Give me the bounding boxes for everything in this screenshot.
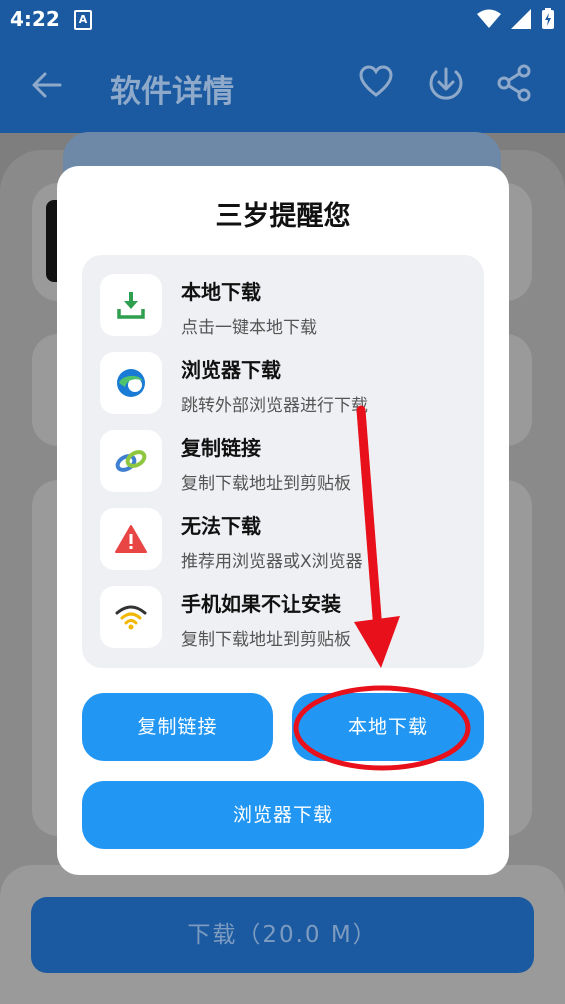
wifi-icon bbox=[115, 605, 147, 630]
option-title: 复制链接 bbox=[181, 436, 261, 460]
option-local-download[interactable]: 本地下载 点击一键本地下载 bbox=[100, 274, 470, 342]
option-subtitle: 复制下载地址到剪贴板 bbox=[181, 474, 351, 494]
option-icon-box bbox=[100, 508, 162, 570]
browser-download-button[interactable]: 浏览器下载 bbox=[82, 781, 484, 849]
copy-link-button[interactable]: 复制链接 bbox=[82, 693, 273, 761]
app-bar: 软件详情 bbox=[0, 40, 565, 133]
warning-icon bbox=[115, 525, 147, 553]
status-bar: 4:22 A bbox=[0, 0, 565, 40]
download-circle-icon[interactable] bbox=[426, 64, 466, 104]
option-icon-box bbox=[100, 352, 162, 414]
option-title: 浏览器下载 bbox=[181, 358, 281, 382]
download-options-dialog: 三岁提醒您 本地下载 点击一键本地下载 浏览器下载 跳转外部浏览器进行下载 复制… bbox=[57, 166, 509, 875]
notification-a-icon: A bbox=[74, 10, 92, 30]
option-subtitle: 跳转外部浏览器进行下载 bbox=[181, 396, 368, 416]
option-subtitle: 推荐用浏览器或X浏览器 bbox=[181, 552, 363, 572]
download-icon bbox=[117, 292, 145, 319]
option-cannot-download[interactable]: 无法下载 推荐用浏览器或X浏览器 bbox=[100, 508, 470, 576]
status-icons bbox=[477, 8, 555, 30]
option-icon-box bbox=[100, 430, 162, 492]
option-copy-link[interactable]: 复制链接 复制下载地址到剪贴板 bbox=[100, 430, 470, 498]
link-icon bbox=[115, 450, 147, 472]
option-subtitle: 点击一键本地下载 bbox=[181, 318, 317, 338]
local-download-button[interactable]: 本地下载 bbox=[292, 693, 484, 761]
dialog-title: 三岁提醒您 bbox=[215, 201, 351, 232]
share-icon[interactable] bbox=[496, 64, 534, 102]
option-install-blocked[interactable]: 手机如果不让安装 复制下载地址到剪贴板 bbox=[100, 586, 470, 654]
download-size-button[interactable]: 下载（20.0 M） bbox=[31, 897, 534, 973]
options-list: 本地下载 点击一键本地下载 浏览器下载 跳转外部浏览器进行下载 复制链接 复制下… bbox=[82, 255, 484, 668]
battery-icon bbox=[542, 8, 554, 29]
option-title: 本地下载 bbox=[181, 280, 261, 304]
page-title: 软件详情 bbox=[110, 74, 234, 110]
option-title: 无法下载 bbox=[181, 514, 261, 538]
favorite-heart-icon[interactable] bbox=[358, 64, 394, 100]
cell-signal-icon bbox=[511, 9, 531, 29]
status-time: 4:22 bbox=[10, 7, 60, 31]
option-subtitle: 复制下载地址到剪贴板 bbox=[181, 630, 351, 650]
option-title: 手机如果不让安装 bbox=[181, 592, 341, 616]
option-icon-box bbox=[100, 274, 162, 336]
edge-browser-icon bbox=[117, 369, 145, 397]
option-browser-download[interactable]: 浏览器下载 跳转外部浏览器进行下载 bbox=[100, 352, 470, 420]
option-icon-box bbox=[100, 586, 162, 648]
wifi-signal-icon bbox=[477, 9, 501, 28]
back-arrow-icon[interactable] bbox=[30, 68, 64, 102]
